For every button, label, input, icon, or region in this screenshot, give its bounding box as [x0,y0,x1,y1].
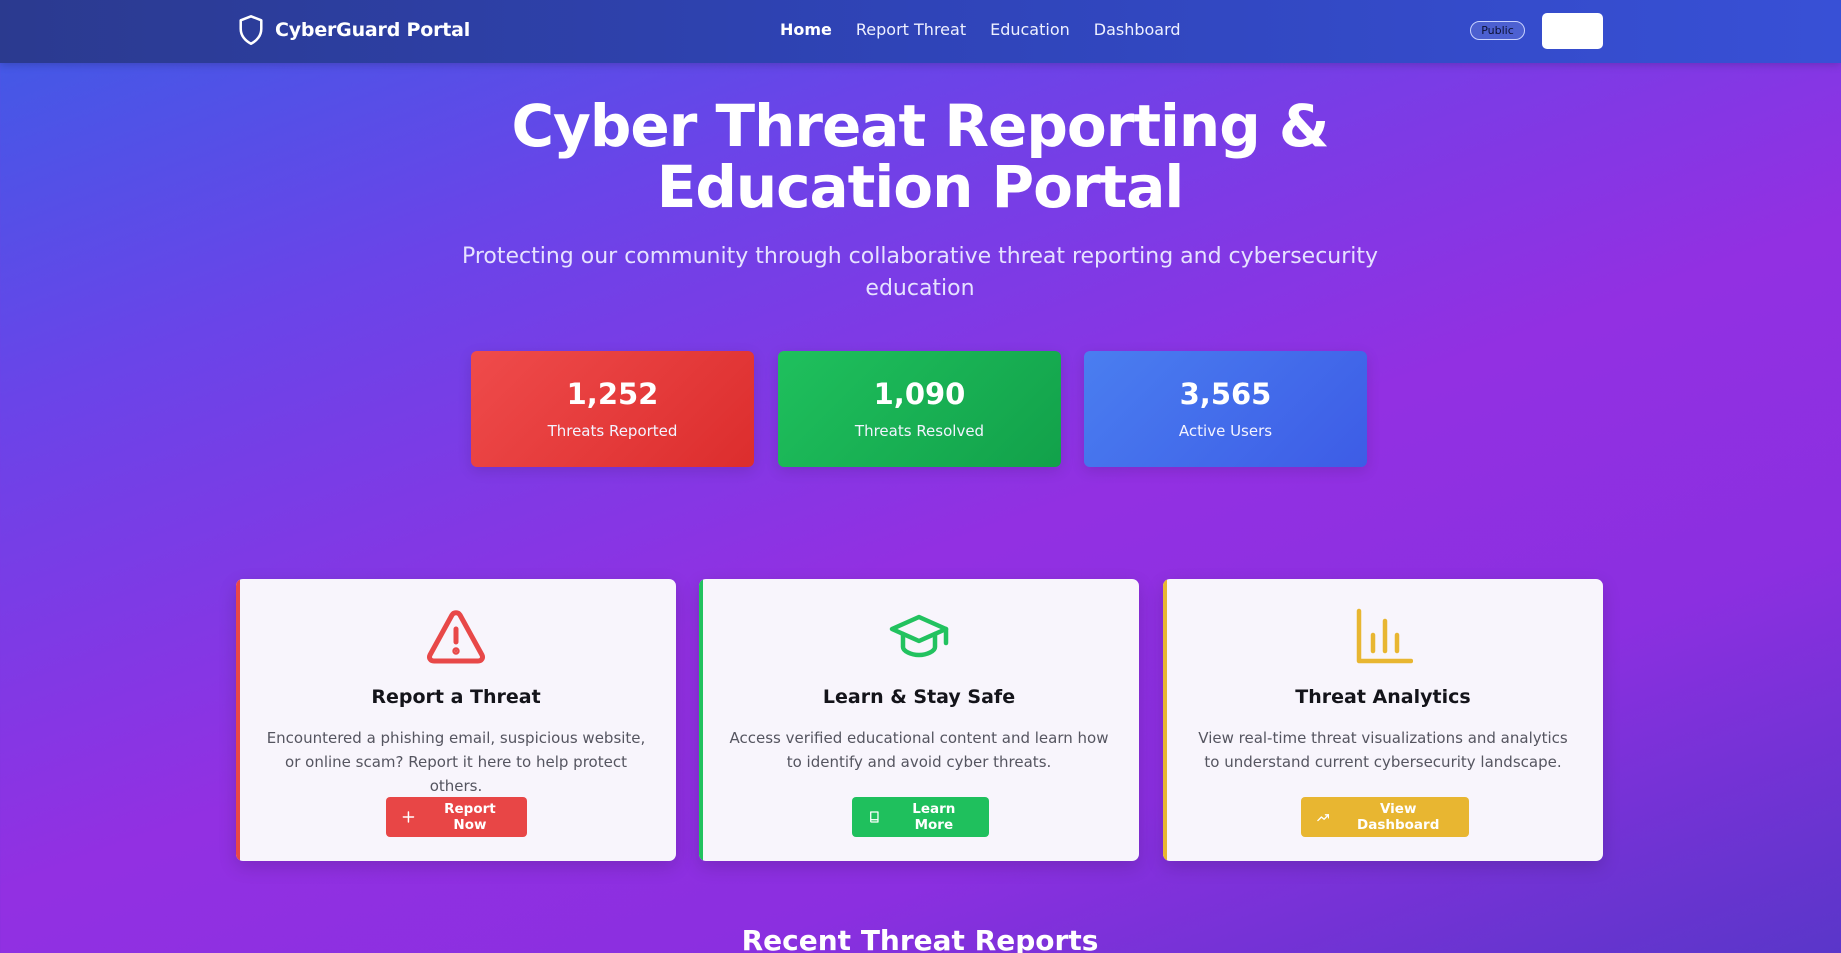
graduation-cap-icon [889,614,949,658]
trending-up-icon [1317,814,1330,822]
bar-chart-icon [1356,608,1413,664]
nav-links: Home Report Threat Education Dashboard [780,20,1181,39]
feature-description: Access verified educational content and … [729,729,1109,771]
stat-label: Threats Resolved [854,422,985,440]
warning-triangle-icon [427,610,485,664]
feature-card-analytics: Threat Analytics View real-time threat v… [1163,579,1603,861]
plus-icon [402,811,415,823]
hero-title: Cyber Threat Reporting & Education Porta… [420,96,1420,218]
nav-link-education[interactable]: Education [990,20,1070,39]
stat-card-threats-reported: 1,252 Threats Reported [471,351,754,467]
navbar: CyberGuard Portal Home Report Threat Edu… [0,0,1841,63]
button-label: Learn More [912,801,956,833]
nav-link-report-threat[interactable]: Report Threat [856,20,966,39]
stat-label: Threats Reported [547,422,678,440]
hero-title-line-2: Education Portal [656,153,1185,221]
report-now-button[interactable]: Report Now [386,797,527,837]
button-label: Report Now [444,801,496,833]
user-menu-button[interactable] [1542,13,1603,49]
stat-card-threats-resolved: 1,090 Threats Resolved [778,351,1061,467]
feature-card-report-threat: Report a Threat Encountered a phishing e… [236,579,676,861]
feature-title: Threat Analytics [1295,686,1471,708]
nav-link-home[interactable]: Home [780,20,832,39]
feature-description: Encountered a phishing email, suspicious… [266,729,646,795]
book-icon [870,811,879,823]
feature-card-learn: Learn & Stay Safe Access verified educat… [699,579,1139,861]
stat-label: Active Users [1178,422,1273,440]
stat-card-active-users: 3,565 Active Users [1084,351,1367,467]
feature-title: Learn & Stay Safe [822,686,1016,708]
view-dashboard-button[interactable]: View Dashboard [1301,797,1469,837]
shield-icon [239,15,263,45]
brand[interactable]: CyberGuard Portal [237,14,470,46]
hero-subtitle: Protecting our community through collabo… [461,244,1379,301]
button-label: View Dashboard [1357,801,1440,833]
stat-value: 1,090 [873,377,966,411]
public-badge: Public [1470,21,1525,40]
nav-link-dashboard[interactable]: Dashboard [1094,20,1181,39]
recent-threat-reports-title: Recent Threat Reports [741,924,1099,953]
feature-title: Report a Threat [371,686,541,708]
stat-value: 1,252 [566,377,659,411]
feature-description: View real-time threat visualizations and… [1198,729,1568,771]
stat-value: 3,565 [1179,377,1272,411]
brand-name: CyberGuard Portal [275,19,471,41]
hero-title-line-1: Cyber Threat Reporting & [511,92,1329,160]
learn-more-button[interactable]: Learn More [852,797,989,837]
